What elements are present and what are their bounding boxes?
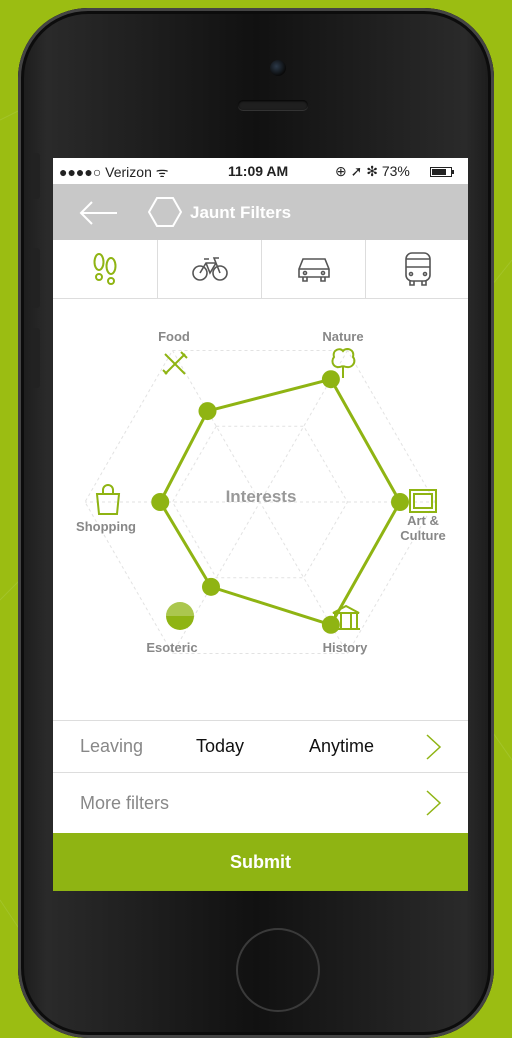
leaving-time-select[interactable]: Anytime xyxy=(309,736,374,757)
shopping-bag-icon xyxy=(95,484,121,515)
more-filters-row[interactable]: More filters xyxy=(53,772,468,833)
leaving-day-select[interactable]: Today xyxy=(196,736,244,757)
leaving-row: Leaving Today Anytime xyxy=(53,720,468,772)
walk-icon xyxy=(93,253,116,285)
mute-switch xyxy=(32,153,40,199)
carrier-label: ●●●●○ Verizon ᯤ xyxy=(59,164,169,180)
painting-icon xyxy=(409,489,437,513)
radar-handle-esoteric[interactable] xyxy=(202,577,220,596)
status-indicators: ⊕ ➚ ✻ 73% xyxy=(335,163,410,179)
front-camera xyxy=(270,60,286,76)
volume-up-button xyxy=(32,248,40,308)
app-screen: ●●●●○ Verizon ᯤ 11:09 AM ⊕ ➚ ✻ 73% Jaunt… xyxy=(53,158,468,891)
category-label-esoteric: Esoteric xyxy=(146,640,197,655)
radar-handle-food[interactable] xyxy=(198,402,217,421)
category-label-food: Food xyxy=(158,329,190,344)
back-arrow-icon[interactable] xyxy=(77,198,121,228)
radar-handle-history[interactable] xyxy=(321,615,340,634)
category-label-shopping: Shopping xyxy=(76,519,136,534)
fork-knife-icon xyxy=(162,351,188,375)
leaving-label: Leaving xyxy=(80,736,144,756)
clock: 11:09 AM xyxy=(228,163,289,179)
submit-button[interactable]: Submit xyxy=(53,833,468,891)
chevron-right-icon[interactable] xyxy=(425,789,443,817)
radar-center-label: Interests xyxy=(226,487,297,506)
category-label-history: History xyxy=(323,640,369,655)
tab-bike[interactable] xyxy=(157,240,261,298)
category-label-nature: Nature xyxy=(322,329,363,344)
chevron-right-icon[interactable] xyxy=(425,733,443,761)
transport-mode-tabs xyxy=(53,240,468,299)
tab-bus[interactable] xyxy=(365,240,468,298)
earpiece-speaker xyxy=(238,100,308,110)
battery-icon xyxy=(430,167,454,177)
status-bar: ●●●●○ Verizon ᯤ 11:09 AM ⊕ ➚ ✻ 73% xyxy=(53,158,468,184)
bike-icon xyxy=(191,257,228,281)
page-title: Jaunt Filters xyxy=(190,203,292,222)
radar-handle-shopping[interactable] xyxy=(151,493,170,511)
tab-walk[interactable] xyxy=(53,240,156,298)
more-filters-label: More filters xyxy=(80,793,170,813)
interests-radar-chart[interactable]: Interests Food Nature Art & Culture Histo… xyxy=(53,298,468,720)
hexagon-logo-icon xyxy=(148,197,182,227)
volume-down-button xyxy=(32,328,40,388)
nav-bar: Jaunt Filters xyxy=(53,184,468,240)
category-label-art-culture: Art & Culture xyxy=(400,513,446,543)
bus-icon xyxy=(404,252,431,286)
home-button[interactable] xyxy=(236,928,320,1012)
radar-handle-art-culture[interactable] xyxy=(391,493,409,511)
car-icon xyxy=(297,258,330,282)
radar-handle-nature[interactable] xyxy=(321,370,340,389)
esoteric-icon xyxy=(166,602,194,630)
tab-car[interactable] xyxy=(261,240,365,298)
